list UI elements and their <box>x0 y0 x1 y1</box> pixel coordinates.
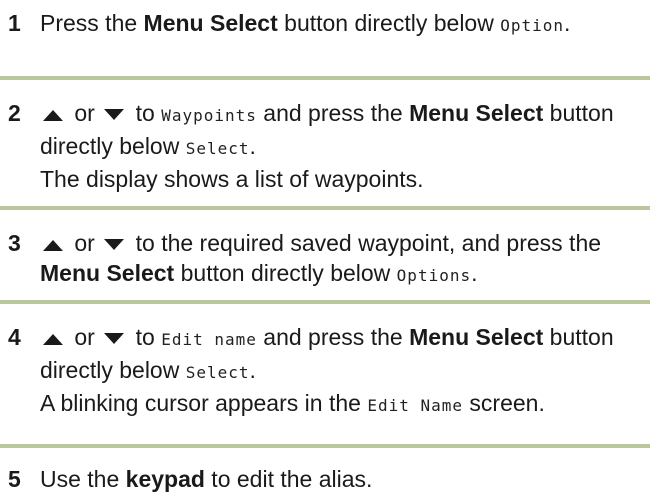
emphasis-text: keypad <box>125 466 205 492</box>
up-arrow-icon <box>42 108 64 122</box>
step-text-fragment: and press the <box>256 324 410 350</box>
step-text: Use the keypad to edit the alias. <box>40 464 648 494</box>
step-text: or to Waypoints and press the Menu Selec… <box>40 98 648 194</box>
step-text-fragment: Use the <box>40 466 126 492</box>
step-1: 1 Press the Menu Select button directly … <box>0 8 650 41</box>
up-arrow-icon <box>42 332 64 346</box>
step-text-fragment: screen. <box>463 390 545 416</box>
step-2: 2 or to Waypoints and press the Menu Sel… <box>0 98 650 194</box>
step-text-fragment: to the required saved waypoint, and pres… <box>129 230 602 256</box>
step-text: or to Edit name and press the Menu Selec… <box>40 322 648 421</box>
down-arrow-icon <box>103 332 125 346</box>
display-text: Select <box>185 363 250 382</box>
step-3: 3 or to the required saved waypoint, and… <box>0 228 650 291</box>
step-text-fragment: or <box>68 324 102 350</box>
up-arrow-icon <box>42 238 64 252</box>
step-number: 2 <box>8 100 21 126</box>
step-text-fragment: Press the <box>40 10 144 36</box>
step-text-fragment: to edit the alias. <box>204 466 373 492</box>
display-text: Option <box>500 16 565 35</box>
emphasis-text: Menu Select <box>40 260 175 286</box>
step-text-fragment: . <box>249 357 256 383</box>
step-divider <box>0 300 650 304</box>
step-text-fragment: to <box>129 100 162 126</box>
step-text-fragment: and press the <box>256 100 410 126</box>
step-text-fragment: or <box>68 230 102 256</box>
step-text-fragment: button directly below <box>174 260 397 286</box>
down-arrow-icon <box>103 108 125 122</box>
display-text: Options <box>396 266 472 285</box>
step-text-fragment: to <box>129 324 162 350</box>
emphasis-text: Menu Select <box>143 10 278 36</box>
step-text-fragment: . <box>471 260 478 286</box>
display-text: Waypoints <box>161 106 257 125</box>
display-text: Edit name <box>161 330 257 349</box>
step-text: or to the required saved waypoint, and p… <box>40 228 648 291</box>
step-text-fragment: . <box>564 10 571 36</box>
emphasis-text: Menu Select <box>409 324 544 350</box>
step-number: 5 <box>8 466 21 492</box>
display-text: Select <box>185 139 250 158</box>
step-text-fragment: or <box>68 100 102 126</box>
step-number: 4 <box>8 324 21 350</box>
procedure-steps: 1 Press the Menu Select button directly … <box>0 0 650 498</box>
step-4: 4 or to Edit name and press the Menu Sel… <box>0 322 650 421</box>
display-text: Edit Name <box>367 396 464 415</box>
emphasis-text: Menu Select <box>409 100 544 126</box>
step-divider <box>0 444 650 448</box>
step-number: 1 <box>8 10 21 36</box>
step-text-fragment: The display shows a list of waypoints. <box>40 166 424 192</box>
step-text-fragment: . <box>249 133 256 159</box>
step-text: Press the Menu Select button directly be… <box>40 8 648 41</box>
step-text-fragment: A blinking cursor appears in the <box>40 390 368 416</box>
step-text-fragment: button directly below <box>277 10 501 36</box>
down-arrow-icon <box>103 238 125 252</box>
step-divider <box>0 76 650 80</box>
step-5: 5 Use the keypad to edit the alias. <box>0 464 650 494</box>
step-divider <box>0 206 650 210</box>
step-number: 3 <box>8 230 21 256</box>
